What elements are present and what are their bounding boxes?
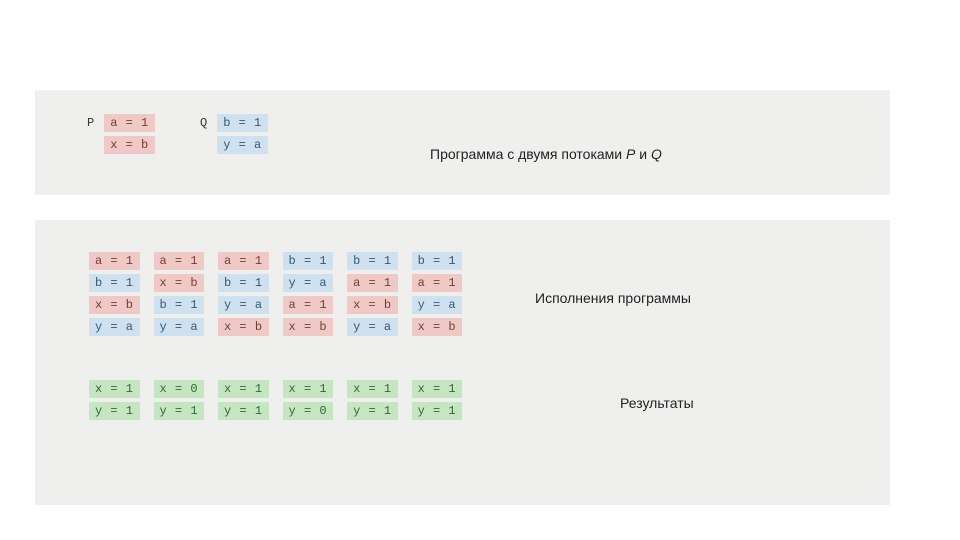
code-line: y = a: [89, 318, 140, 336]
program-caption-mid: и: [635, 146, 651, 162]
code-line: x = b: [154, 274, 205, 292]
code-line: y = 1: [347, 402, 398, 420]
program-caption: Программа с двумя потоками P и Q: [430, 146, 662, 162]
code-line: a = 1: [347, 274, 398, 292]
code-line: y = 1: [89, 402, 140, 420]
thread-q-label: Q: [200, 116, 207, 130]
code-line: y = a: [217, 136, 268, 154]
code-line: x = 0: [154, 380, 205, 398]
code-line: x = 1: [218, 380, 269, 398]
code-line: y = 1: [154, 402, 205, 420]
code-line: y = a: [218, 296, 269, 314]
code-line: x = b: [283, 318, 334, 336]
program-caption-q: Q: [651, 146, 662, 162]
code-line: a = 1: [283, 296, 334, 314]
program-caption-prefix: Программа с двумя потоками: [430, 146, 626, 162]
code-line: y = a: [154, 318, 205, 336]
code-line: y = a: [347, 318, 398, 336]
code-line: x = 1: [347, 380, 398, 398]
code-line: b = 1: [218, 274, 269, 292]
thread-p-label: P: [87, 116, 94, 130]
executions-panel: a = 1 b = 1 x = b y = a a = 1 x = b b = 1 y = a…: [35, 220, 890, 505]
code-line: b = 1: [89, 274, 140, 292]
results-caption: Результаты: [620, 395, 694, 411]
thread-p-lines: a = 1 x = b: [104, 114, 155, 154]
code-line: a = 1: [412, 274, 463, 292]
code-line: y = 1: [218, 402, 269, 420]
code-line: b = 1: [283, 252, 334, 270]
execution-column: a = 1 b = 1 x = b y = a: [89, 252, 140, 336]
execution-column: a = 1 b = 1 y = a x = b: [218, 252, 269, 336]
program-panel: P a = 1 x = b Q b = 1 y = a Программа с …: [35, 90, 890, 195]
code-line: b = 1: [347, 252, 398, 270]
code-line: x = 1: [283, 380, 334, 398]
code-line: x = b: [218, 318, 269, 336]
code-line: y = a: [412, 296, 463, 314]
code-line: x = b: [89, 296, 140, 314]
execution-column: b = 1 a = 1 y = a x = b: [412, 252, 463, 336]
code-line: a = 1: [218, 252, 269, 270]
code-line: b = 1: [412, 252, 463, 270]
code-line: y = a: [283, 274, 334, 292]
executions-grid: a = 1 b = 1 x = b y = a a = 1 x = b b = 1 y = a…: [89, 252, 462, 336]
execution-column: b = 1 a = 1 x = b y = a: [347, 252, 398, 336]
code-line: a = 1: [154, 252, 205, 270]
execution-column: x = 1 y = 0: [283, 380, 334, 420]
execution-column: x = 1 y = 1: [89, 380, 140, 420]
thread-q-lines: b = 1 y = a: [217, 114, 268, 154]
code-line: x = b: [104, 136, 155, 154]
execution-column: a = 1 x = b b = 1 y = a: [154, 252, 205, 336]
execution-column: x = 1 y = 1: [218, 380, 269, 420]
code-line: b = 1: [154, 296, 205, 314]
code-line: x = 1: [89, 380, 140, 398]
executions-caption: Исполнения программы: [535, 290, 691, 306]
code-line: x = b: [347, 296, 398, 314]
execution-column: b = 1 y = a a = 1 x = b: [283, 252, 334, 336]
program-caption-p: P: [626, 146, 635, 162]
code-line: a = 1: [89, 252, 140, 270]
results-grid: x = 1 y = 1 x = 0 y = 1 x = 1 y = 1 x = 1 y = 0…: [89, 380, 462, 420]
code-line: x = b: [412, 318, 463, 336]
code-line: y = 0: [283, 402, 334, 420]
execution-column: x = 1 y = 1: [412, 380, 463, 420]
code-line: x = 1: [412, 380, 463, 398]
code-line: b = 1: [217, 114, 268, 132]
execution-column: x = 1 y = 1: [347, 380, 398, 420]
code-line: a = 1: [104, 114, 155, 132]
execution-column: x = 0 y = 1: [154, 380, 205, 420]
code-line: y = 1: [412, 402, 463, 420]
